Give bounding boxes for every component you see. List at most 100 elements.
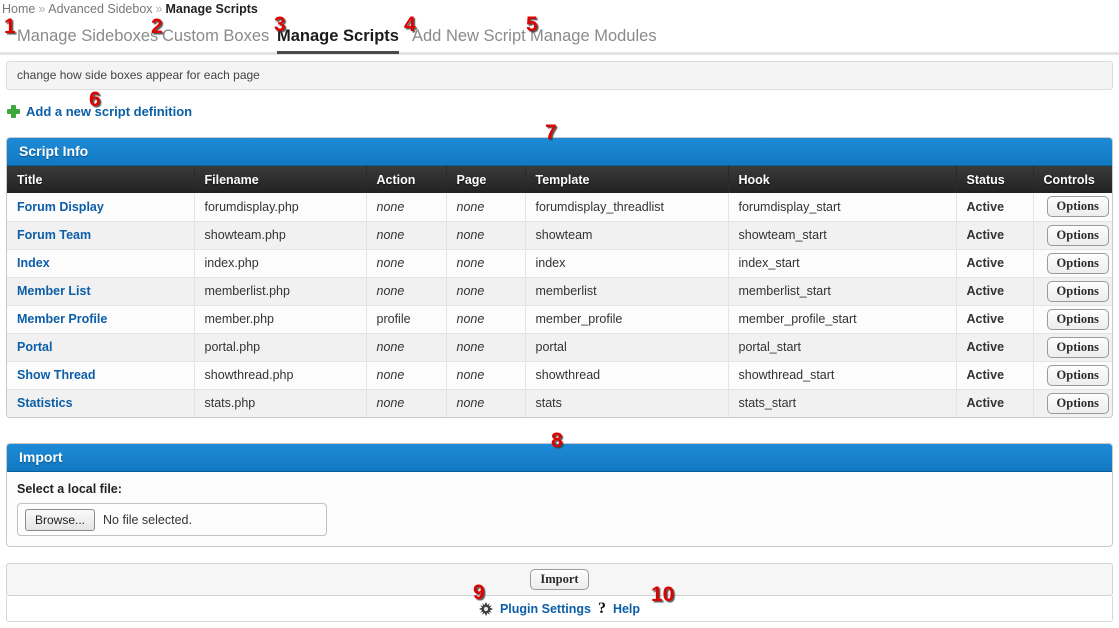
import-panel-title: Import — [7, 444, 1112, 472]
script-title-link[interactable]: Statistics — [17, 396, 73, 410]
cell-status: Active — [956, 304, 1034, 333]
cell-title: Show Thread — [7, 360, 195, 389]
plugin-settings-link[interactable]: Plugin Settings — [500, 602, 591, 616]
table-row: Show Thread showthread.php none none showthr… — [7, 360, 1112, 389]
cell-action: none — [366, 332, 447, 361]
cell-hook: stats_start — [728, 388, 957, 417]
scripts-table: Title Filename Action Page Template Hook… — [7, 166, 1112, 417]
add-new-script-definition-link[interactable]: Add a new script definition — [7, 102, 192, 120]
breadcrumb-separator-1: » — [38, 2, 46, 16]
table-row: Portal portal.php none none portal portal_sta… — [7, 332, 1112, 361]
script-title-link[interactable]: Forum Team — [17, 228, 91, 242]
script-title-link[interactable]: Member Profile — [17, 312, 107, 326]
import-panel-body: Select a local file: Browse... No file s… — [7, 472, 1112, 546]
cell-status: Active — [956, 220, 1034, 249]
column-header-action: Action — [366, 166, 447, 193]
gear-icon — [478, 601, 493, 616]
cell-hook: portal_start — [728, 332, 957, 361]
cell-template: portal — [525, 332, 729, 361]
cell-page: none — [446, 276, 526, 305]
cell-template: index — [525, 248, 729, 277]
options-button[interactable]: Options — [1046, 280, 1109, 302]
cell-filename: stats.php — [194, 388, 367, 417]
breadcrumb-advanced-sidebox[interactable]: Advanced Sidebox — [48, 2, 152, 16]
cell-template: showthread — [525, 360, 729, 389]
cell-title: Member Profile — [7, 304, 195, 333]
table-row: Member List memberlist.php none none memberl… — [7, 276, 1112, 305]
cell-page: none — [446, 304, 526, 333]
cell-controls: Options — [1033, 360, 1112, 389]
file-input-row[interactable]: Browse... No file selected. — [17, 503, 327, 536]
script-title-link[interactable]: Portal — [17, 340, 52, 354]
help-link[interactable]: Help — [613, 602, 640, 616]
cell-filename: showthread.php — [194, 360, 367, 389]
cell-title: Member List — [7, 276, 195, 305]
import-button[interactable]: Import — [530, 569, 589, 590]
options-button[interactable]: Options — [1046, 224, 1109, 246]
options-button[interactable]: Options — [1046, 392, 1109, 414]
tab-bar: Manage Sideboxes Custom Boxes Manage Scr… — [0, 21, 1119, 55]
options-button[interactable]: Options — [1046, 364, 1109, 386]
cell-status: Active — [956, 193, 1034, 221]
column-header-page: Page — [446, 166, 526, 193]
cell-title: Forum Team — [7, 220, 195, 249]
cell-controls: Options — [1033, 220, 1112, 249]
cell-status: Active — [956, 360, 1034, 389]
column-header-title: Title — [7, 166, 195, 193]
options-button[interactable]: Options — [1046, 196, 1109, 218]
cell-template: forumdisplay_threadlist — [525, 193, 729, 221]
cell-action: none — [366, 388, 447, 417]
breadcrumb-current: Manage Scripts — [165, 2, 258, 16]
cell-title: Forum Display — [7, 193, 195, 221]
cell-filename: member.php — [194, 304, 367, 333]
browse-button[interactable]: Browse... — [25, 508, 96, 531]
cell-controls: Options — [1033, 304, 1112, 333]
cell-action: none — [366, 276, 447, 305]
cell-template: memberlist — [525, 276, 729, 305]
options-button[interactable]: Options — [1046, 252, 1109, 274]
tab-add-new-script[interactable]: Add New Script — [412, 21, 526, 51]
select-local-file-label: Select a local file: — [17, 482, 122, 496]
scripts-table-header-row: Title Filename Action Page Template Hook… — [7, 166, 1112, 193]
script-title-link[interactable]: Show Thread — [17, 368, 95, 382]
cell-page: none — [446, 248, 526, 277]
cell-hook: memberlist_start — [728, 276, 957, 305]
cell-hook: showteam_start — [728, 220, 957, 249]
cell-filename: portal.php — [194, 332, 367, 361]
tab-custom-boxes[interactable]: Custom Boxes — [162, 21, 269, 51]
tab-manage-sideboxes[interactable]: Manage Sideboxes — [17, 21, 158, 51]
page-description: change how side boxes appear for each pa… — [6, 61, 1113, 90]
table-row: Forum Team showteam.php none none showteam sh… — [7, 220, 1112, 249]
script-title-link[interactable]: Forum Display — [17, 200, 104, 214]
column-header-filename: Filename — [194, 166, 367, 193]
tab-manage-scripts[interactable]: Manage Scripts — [277, 21, 399, 54]
cell-status: Active — [956, 248, 1034, 277]
cell-controls: Options — [1033, 276, 1112, 305]
cell-page: none — [446, 360, 526, 389]
cell-controls: Options — [1033, 332, 1112, 361]
cell-action: none — [366, 220, 447, 249]
table-row: Forum Display forumdisplay.php none none for… — [7, 193, 1112, 221]
script-info-panel: Script Info Title Filename Action Page T… — [6, 137, 1113, 418]
cell-page: none — [446, 388, 526, 417]
options-button[interactable]: Options — [1046, 308, 1109, 330]
plus-icon — [7, 104, 20, 118]
script-info-panel-title: Script Info — [7, 138, 1112, 166]
tab-manage-modules[interactable]: Manage Modules — [530, 21, 657, 51]
script-title-link[interactable]: Member List — [17, 284, 91, 298]
column-header-status: Status — [956, 166, 1034, 193]
breadcrumb: Home» Advanced Sidebox» Manage Scripts — [0, 0, 1119, 16]
add-new-script-definition-label: Add a new script definition — [26, 103, 193, 119]
column-header-template: Template — [525, 166, 729, 193]
cell-title: Portal — [7, 332, 195, 361]
breadcrumb-home[interactable]: Home — [2, 2, 35, 16]
breadcrumb-separator-2: » — [155, 2, 163, 16]
cell-filename: memberlist.php — [194, 276, 367, 305]
options-button[interactable]: Options — [1046, 336, 1109, 358]
tab-active-underline — [277, 51, 399, 54]
cell-page: none — [446, 332, 526, 361]
cell-template: showteam — [525, 220, 729, 249]
import-panel: Import Select a local file: Browse... No… — [6, 443, 1113, 547]
script-title-link[interactable]: Index — [17, 256, 50, 270]
cell-template: member_profile — [525, 304, 729, 333]
